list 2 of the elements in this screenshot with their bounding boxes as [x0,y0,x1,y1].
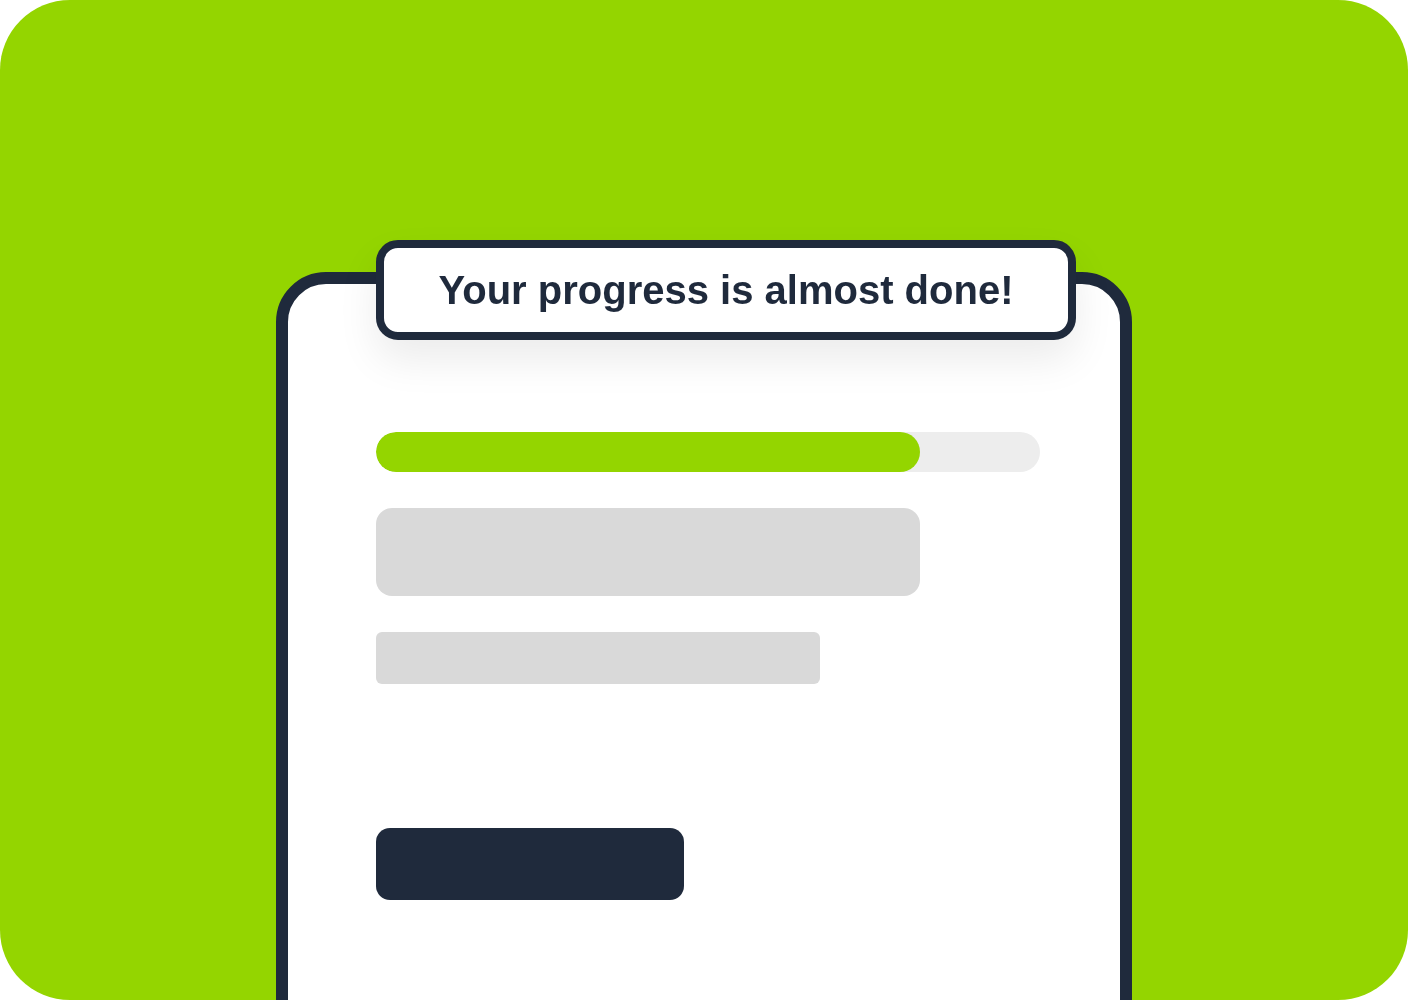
banner-text: Your progress is almost done! [376,240,1076,340]
action-button[interactable] [376,828,684,900]
